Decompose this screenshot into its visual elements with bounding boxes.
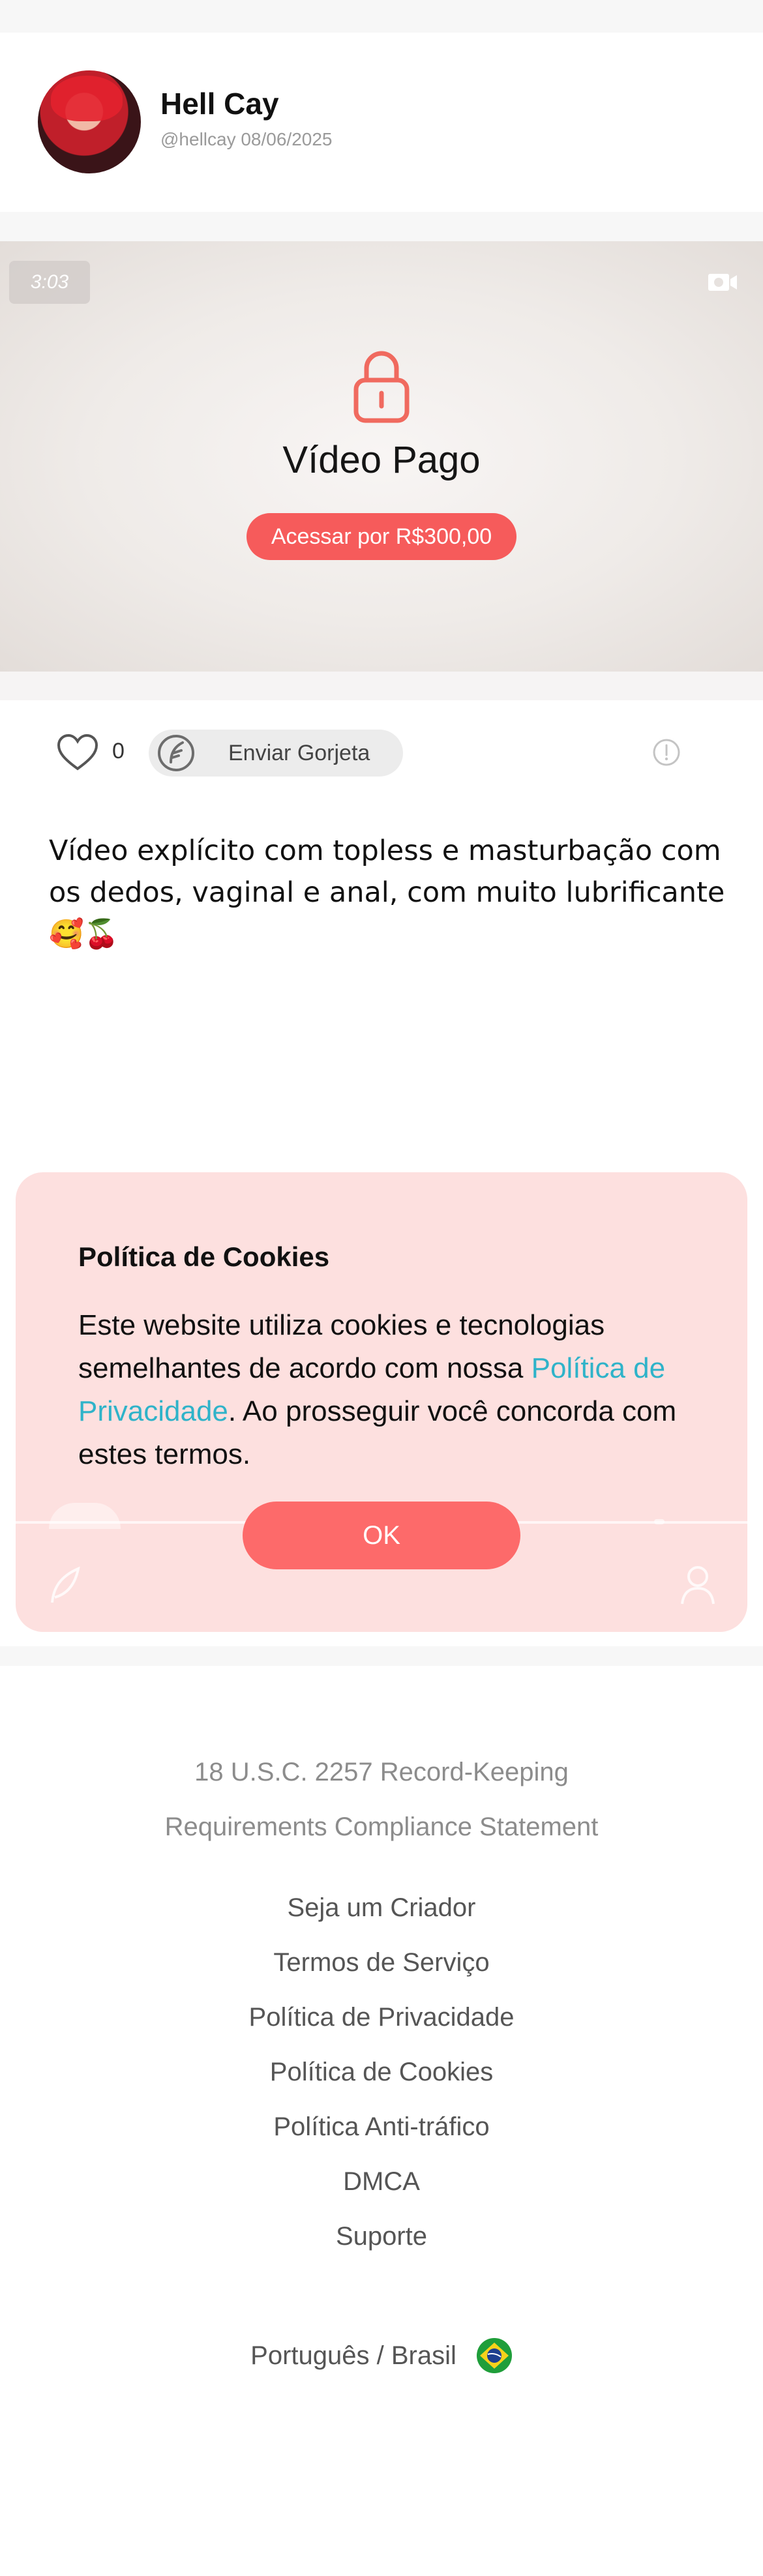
camera-icon bbox=[708, 274, 737, 291]
footer-link-become-creator[interactable]: Seja um Criador bbox=[0, 1893, 763, 1923]
like-count: 0 bbox=[112, 739, 125, 763]
paid-video[interactable]: 3:03 Vídeo Pago Acessar por R$300,00 bbox=[0, 241, 763, 672]
separator bbox=[0, 1646, 763, 1666]
footer-link-dmca[interactable]: DMCA bbox=[0, 2167, 763, 2197]
footer-link-anti-trafficking[interactable]: Política Anti-tráfico bbox=[0, 2112, 763, 2142]
heart-icon[interactable] bbox=[56, 733, 99, 772]
cookie-banner-text: Este website utiliza cookies e tecnologi… bbox=[78, 1304, 704, 1476]
access-purchase-button[interactable]: Acessar por R$300,00 bbox=[247, 513, 516, 560]
video-duration: 3:03 bbox=[9, 261, 90, 304]
footer-link-terms[interactable]: Termos de Serviço bbox=[0, 1948, 763, 1977]
brazil-flag-icon bbox=[476, 2338, 512, 2373]
post-description: Vídeo explícito com topless e masturbaçã… bbox=[49, 835, 725, 951]
send-tip-button[interactable]: Enviar Gorjeta bbox=[149, 730, 403, 777]
post-header: Hell Cay @hellcay 08/06/2025 bbox=[0, 33, 763, 212]
brand-feather-icon bbox=[51, 1566, 80, 1603]
footer-compliance-line-1[interactable]: 18 U.S.C. 2257 Record-Keeping bbox=[0, 1758, 763, 1787]
creator-name[interactable]: Hell Cay bbox=[160, 86, 279, 121]
user-icon bbox=[681, 1566, 715, 1605]
footer-link-support[interactable]: Suporte bbox=[0, 2222, 763, 2251]
separator bbox=[0, 672, 763, 700]
creator-handle-date: @hellcay 08/06/2025 bbox=[160, 129, 333, 149]
info-icon[interactable] bbox=[652, 738, 681, 767]
cookie-ok-button[interactable]: OK bbox=[243, 1502, 520, 1569]
lock-icon bbox=[353, 351, 410, 423]
avatar[interactable] bbox=[38, 70, 141, 173]
cookie-banner-title: Política de Cookies bbox=[78, 1241, 330, 1272]
cookie-text-before: Este website utiliza cookies e tecnologi… bbox=[78, 1309, 605, 1384]
top-strip bbox=[0, 0, 763, 33]
footer-compliance-line-2[interactable]: Requirements Compliance Statement bbox=[0, 1813, 763, 1842]
footer-link-cookies[interactable]: Política de Cookies bbox=[0, 2058, 763, 2087]
divider-dot bbox=[654, 1519, 665, 1524]
language-label: Português / Brasil bbox=[250, 2341, 456, 2370]
footer-link-privacy[interactable]: Política de Privacidade bbox=[0, 2003, 763, 2032]
language-selector[interactable]: Português / Brasil bbox=[0, 2337, 763, 2374]
paid-video-title: Vídeo Pago bbox=[282, 439, 481, 481]
tip-icon bbox=[158, 735, 194, 771]
send-tip-label: Enviar Gorjeta bbox=[228, 741, 370, 765]
separator bbox=[0, 212, 763, 241]
